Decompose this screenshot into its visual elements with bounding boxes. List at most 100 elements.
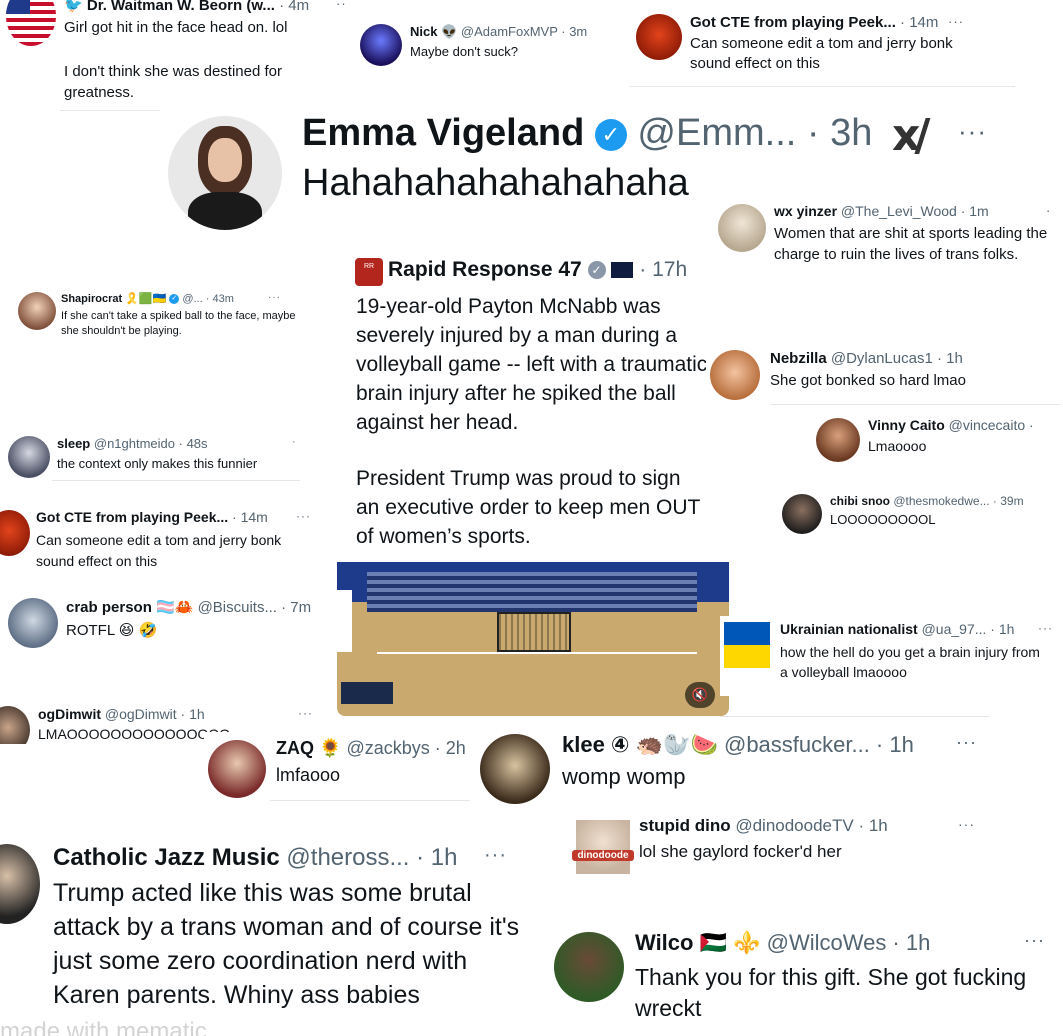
author-handle: @dinodoodeTV · 1h [735,816,888,835]
author-handle: @WilcoWes · 1h [766,930,931,955]
xai-logo-icon: x/ [892,110,931,161]
avatar-rapid[interactable]: RR [355,258,383,286]
more-icon[interactable]: ··· [948,14,964,29]
more-icon[interactable]: ··· [336,0,345,11]
author-handle: @Biscuits... · 7m [197,599,312,616]
avatar-klee[interactable] [480,734,550,804]
avatar-wilco[interactable] [554,932,624,1002]
author-name[interactable]: Dr. Waitman W. Beorn (w... [87,0,275,14]
author-name[interactable]: Emma Vigeland [302,112,584,154]
post-wx[interactable]: wx yinzer @The_Levi_Wood · 1m · Women th… [712,198,1063,298]
twitter-bird-icon: 🐦 [64,0,83,14]
avatar-nebzilla[interactable] [710,350,760,400]
post-text: Thank you for this gift. She got fucking… [635,964,1027,1021]
avatar-emma[interactable] [168,116,282,230]
video-player[interactable]: 🔇 [337,562,729,716]
avatar-devil[interactable] [636,14,682,60]
post-zaq[interactable]: ZAQ 🌻 @zackbys · 2h lmfaooo [204,732,474,802]
avatar-sleep[interactable] [8,436,50,478]
post-ukr[interactable]: Ukrainian nationalist @ua_97... · 1h ···… [720,616,1063,696]
post-vinny[interactable]: Vinny Caito @vincecaito · Lmaoooo [812,412,1063,470]
author-handle: @Emm... · 3h [637,112,873,154]
post-crab[interactable]: crab person 🏳️‍⚧️🦀 @Biscuits... · 7m ROT… [4,590,352,652]
avatar-catholic[interactable] [0,844,40,924]
avatar-ogdim[interactable] [0,706,30,744]
post-text: lol she gaylord focker'd her [639,842,842,861]
post-catholic[interactable]: Catholic Jazz Music @theross... · 1h ···… [0,836,530,1036]
avatar-devil[interactable] [0,510,30,556]
post-dino[interactable]: dinodoode stupid dino @dinodoodeTV · 1h … [570,812,980,882]
divider [720,716,990,717]
post-text: Can someone edit a tom and jerry bonk so… [690,35,953,72]
divider [270,800,470,801]
more-icon[interactable]: ··· [956,732,977,753]
avatar-chibi[interactable] [782,494,822,534]
post-nebzilla[interactable]: Nebzilla @DylanLucas1 · 1h She got bonke… [706,346,1036,404]
post-nick[interactable]: Nick 👽 @AdamFoxMVP · 3m Maybe don't suck… [352,12,614,72]
more-icon[interactable]: ··· [298,706,313,720]
author-name[interactable]: ZAQ 🌻 [276,738,341,758]
author-name[interactable]: Vinny Caito [868,417,945,433]
post-time: · 17h [639,258,688,281]
post-chibi[interactable]: chibi snoo @thesmokedwe... · 39m LOOOOOO… [778,488,1063,538]
post-cte-top[interactable]: Got CTE from playing Peek... · 14m ··· C… [630,8,1030,86]
author-handle: @vincecaito · [948,417,1034,433]
author-name[interactable]: Nebzilla [770,350,827,367]
avatar-crab[interactable] [8,598,58,648]
post-shapirocrat[interactable]: Shapirocrat 🎗️🟩🇺🇦 ✓ @... · 43m ··· If sh… [14,286,314,344]
avatar-nick[interactable] [360,24,402,66]
more-icon[interactable]: ··· [958,116,987,147]
author-handle: @ua_97... · 1h [921,621,1015,637]
avatar-ukr[interactable] [724,622,770,668]
author-name[interactable]: chibi snoo [830,494,890,508]
post-wilco[interactable]: Wilco 🇵🇸 ⚜️ @WilcoWes · 1h ··· Thank you… [548,924,1063,1036]
post-text: Trump acted like this was some brutal at… [53,879,520,1009]
author-name[interactable]: Catholic Jazz Music [53,844,280,871]
post-text: Can someone edit a tom and jerry bonk so… [36,532,282,569]
post-text: Maybe don't suck? [410,44,518,59]
post-text: She got bonked so hard lmao [770,372,966,389]
author-name[interactable]: Got CTE from playing Peek... [36,509,228,525]
author-handle: @AdamFoxMVP · 3m [460,24,588,39]
post-cte-mid[interactable]: Got CTE from playing Peek... · 14m ··· C… [0,502,330,582]
mute-icon[interactable]: 🔇 [685,682,715,708]
more-icon[interactable]: ··· [296,509,311,523]
post-waitman[interactable]: 🐦 Dr. Waitman W. Beorn (w... · 4m ··· Gi… [0,0,345,108]
more-icon[interactable]: ··· [958,816,975,832]
volleyball-net [497,612,571,652]
post-sleep[interactable]: sleep @n1ghtmeido · 48s · the context on… [2,430,302,484]
author-name[interactable]: stupid dino [639,816,731,835]
avatar-flag[interactable] [6,0,56,46]
court-lines [377,652,697,654]
more-icon[interactable]: ··· [1024,930,1045,951]
more-icon[interactable]: ··· [484,844,507,867]
author-handle: @theross... · 1h [286,844,458,871]
author-handle: @... · 43m [182,293,234,305]
author-name[interactable]: Got CTE from playing Peek... [690,14,896,31]
post-text: womp womp [562,764,686,789]
author-handle: @n1ghtmeido · 48s [93,436,208,451]
author-name[interactable]: klee ④ 🦔🦭🍉 [562,732,718,757]
avatar-wx[interactable] [718,204,766,252]
author-name[interactable]: crab person 🏳️‍⚧️🦀 [66,599,193,616]
post-text-2: President Trump was proud to sign an exe… [356,467,700,548]
avatar-shapiro[interactable] [18,292,56,330]
avatar-vinny[interactable] [816,418,860,462]
author-name[interactable]: Wilco 🇵🇸 ⚜️ [635,930,760,955]
avatar-dino[interactable] [576,820,630,874]
dinodoode-badge: dinodoode [572,850,634,861]
more-icon[interactable]: ··· [1038,621,1053,635]
author-name[interactable]: wx yinzer [774,203,837,219]
author-name[interactable]: Nick 👽 [410,24,457,39]
avatar-zaq[interactable] [208,740,266,798]
post-klee[interactable]: klee ④ 🦔🦭🍉 @bassfucker... · 1h ··· womp … [474,726,1004,812]
author-name[interactable]: Rapid Response 47 [388,258,582,281]
author-name[interactable]: ogDimwit [38,706,101,722]
more-icon[interactable]: ··· [268,292,281,303]
more-icon[interactable]: · [292,436,297,448]
author-name[interactable]: Shapirocrat 🎗️🟩🇺🇦 [61,293,166,305]
author-name[interactable]: sleep [57,436,90,451]
post-rapid-response[interactable]: RR Rapid Response 47 ✓ · 17h 19-year-old… [337,246,729,716]
more-icon[interactable]: · [1046,203,1051,218]
author-name[interactable]: Ukrainian nationalist [780,621,918,637]
